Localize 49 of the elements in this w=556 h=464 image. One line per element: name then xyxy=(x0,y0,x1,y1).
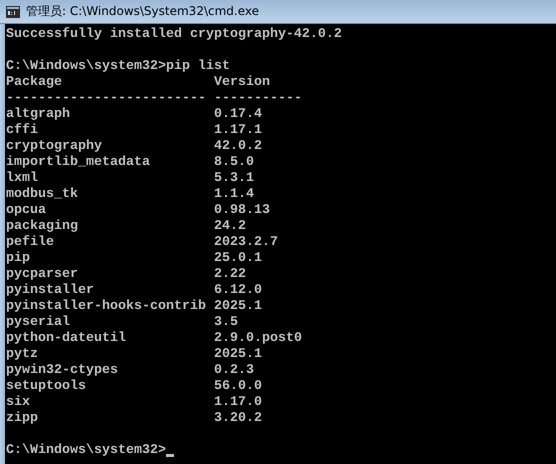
package-name: pyinstaller xyxy=(6,283,95,299)
package-version: 3.5 xyxy=(214,315,238,331)
package-version: 42.0.2 xyxy=(214,139,262,155)
package-version: 3.20.2 xyxy=(214,411,262,427)
package-name: pip xyxy=(6,251,31,267)
package-version: 5.3.1 xyxy=(214,171,254,187)
package-version: 0.2.3 xyxy=(214,363,254,379)
package-name: packaging xyxy=(6,219,79,235)
package-name: importlib_metadata xyxy=(6,155,151,171)
package-version: 6.12.0 xyxy=(214,283,262,299)
package-name: lxml xyxy=(6,171,39,187)
package-version: 2025.1 xyxy=(214,347,262,363)
package-name: pytz xyxy=(6,347,39,363)
window-title: 管理员: C:\Windows\System32\cmd.exe xyxy=(26,3,259,20)
package-name: zipp xyxy=(6,411,39,427)
package-version: 8.5.0 xyxy=(214,155,254,171)
package-version: 25.0.1 xyxy=(214,251,262,267)
header-rule: ------------------------- xyxy=(6,91,207,107)
package-name: cffi xyxy=(6,123,39,139)
package-name: python-dateutil xyxy=(6,331,127,347)
package-version: 1.17.0 xyxy=(214,395,262,411)
package-name: cryptography xyxy=(6,139,103,155)
console-icon xyxy=(6,6,20,18)
package-version: 56.0.0 xyxy=(214,379,262,395)
package-name: pefile xyxy=(6,235,55,251)
package-version: 1.1.4 xyxy=(214,187,254,203)
package-name: altgraph xyxy=(6,107,71,123)
command-line: C:\Windows\system32>pip list xyxy=(6,59,230,75)
package-name: setuptools xyxy=(6,379,87,395)
package-name: pywin32-ctypes xyxy=(6,363,119,379)
column-header: Version xyxy=(214,75,270,91)
package-name: opcua xyxy=(6,203,47,219)
package-version: 0.98.13 xyxy=(214,203,270,219)
package-name: pycparser xyxy=(6,267,79,283)
package-version: 2025.1 xyxy=(214,299,262,315)
header-rule: ----------- xyxy=(214,91,302,107)
package-version: 24.2 xyxy=(214,219,246,235)
package-version: 2023.2.7 xyxy=(214,235,278,251)
package-name: pyserial xyxy=(6,315,71,331)
package-name: modbus_tk xyxy=(6,187,79,203)
package-name: six xyxy=(6,395,31,411)
package-name: pyinstaller-hooks-contrib xyxy=(6,299,207,315)
package-version: 2.9.0.post0 xyxy=(214,331,302,347)
package-version: 1.17.1 xyxy=(214,123,262,139)
column-header: Package xyxy=(6,75,63,91)
package-version: 0.17.4 xyxy=(214,107,262,123)
output-line: Successfully installed cryptography-42.0.2 xyxy=(6,27,342,43)
prompt-line: C:\Windows\system32> xyxy=(6,443,166,459)
package-version: 2.22 xyxy=(214,267,246,283)
